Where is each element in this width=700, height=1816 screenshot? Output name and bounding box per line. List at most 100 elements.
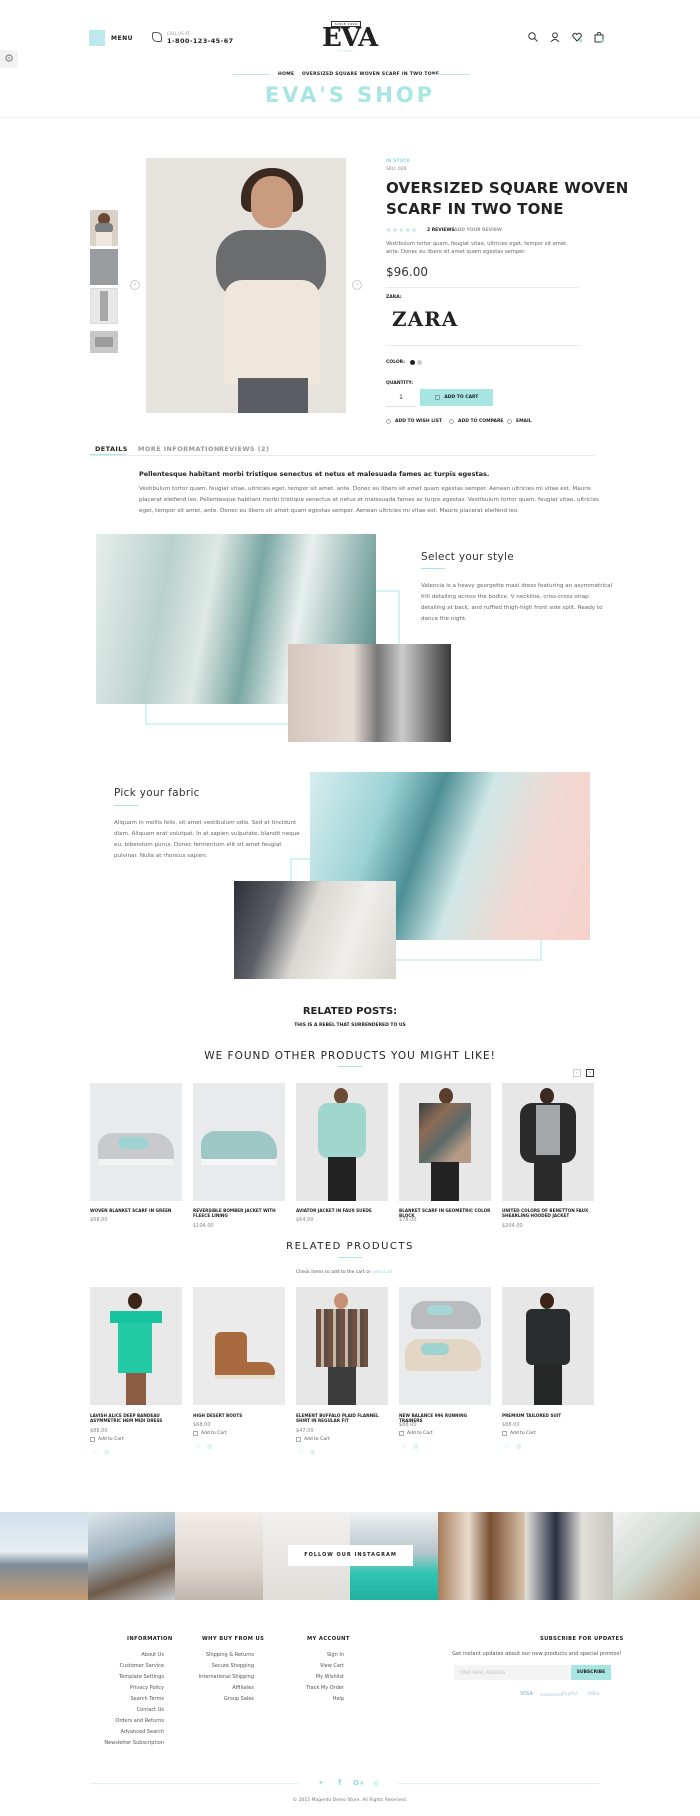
phone-number[interactable]: 1-800-123-45-67 [167,37,234,45]
tab-more-information[interactable]: MORE INFORMATION [138,445,220,453]
product-name[interactable]: REVERSIBLE BOMBER JACKET WITH FLEECE LIN… [193,1208,285,1218]
product-card-image[interactable] [399,1083,491,1201]
footer-link[interactable]: Orders and Returns [100,1718,164,1724]
cart-bag-icon[interactable] [594,32,604,43]
thumbnail-4[interactable] [90,331,118,353]
product-name[interactable]: ELEMENT BUFFALO PLAID FLANNEL SHIRT IN R… [296,1413,388,1423]
settings-gear-icon[interactable]: ⚙ [0,50,18,68]
product-card-image[interactable] [399,1287,491,1405]
product-name[interactable]: PREMIUM TAILORED SUIT [502,1413,594,1418]
instagram-photo[interactable] [437,1512,525,1600]
add-to-wishlist-link[interactable]: ADD TO WISH LIST [395,419,442,424]
add-to-cart-checkbox[interactable] [90,1437,95,1442]
footer-link[interactable]: Search Terms [100,1696,165,1702]
add-review-link[interactable]: ADD YOUR REVIEW [454,228,502,233]
product-name[interactable]: WOVEN BLANKET SCARF IN GREEN [90,1208,182,1213]
footer-link[interactable]: Shipping & Returns [190,1652,254,1658]
product-card-image[interactable] [296,1083,388,1201]
wishlist-heart-icon[interactable]: ♡ [504,1443,509,1450]
tab-details[interactable]: DETAILS [95,445,128,453]
compare-icon[interactable]: ◎ [413,1443,418,1450]
wishlist-heart-icon[interactable]: ♡ [92,1449,97,1456]
style-text-line-4: dance the night. [421,616,467,622]
compare-icon[interactable]: ◎ [310,1449,315,1456]
brand-logo[interactable]: ZARA [392,307,458,331]
tab-reviews[interactable]: REVIEWS (2) [219,445,269,453]
add-to-compare-link[interactable]: ADD TO COMPARE [458,419,504,424]
product-card-image[interactable] [90,1083,182,1201]
subscribe-button[interactable]: SUBSCRIBE [571,1665,611,1680]
add-to-cart-checkbox[interactable] [296,1437,301,1442]
add-to-cart-checkbox[interactable] [399,1431,404,1436]
prev-image-arrow-icon[interactable]: ‹ [130,280,140,290]
wishlist-heart-icon[interactable] [572,32,582,43]
product-card-image[interactable] [502,1083,594,1201]
footer-link[interactable]: Affiliates [190,1685,254,1691]
compare-icon[interactable]: ◎ [104,1449,109,1456]
carousel-next-icon[interactable]: › [586,1069,594,1077]
site-logo[interactable]: SINCE 1990 EVA STORE [322,20,378,56]
instagram-photo[interactable] [175,1512,263,1600]
footer-link[interactable]: View Cart [280,1663,344,1669]
search-icon[interactable] [528,32,538,43]
footer-link[interactable]: Sign In [280,1652,344,1658]
wishlist-heart-icon[interactable]: ♡ [195,1443,200,1450]
google-plus-icon[interactable]: G+ [353,1779,365,1787]
title-underline [338,1066,362,1067]
instagram-photo[interactable] [612,1512,700,1600]
related-posts-subtitle[interactable]: THIS IS A REBEL THAT SURRENDERED TO US [0,1023,700,1028]
thumbnail-2[interactable] [90,249,118,285]
add-to-cart-button[interactable]: ▢ ADD TO CART [420,389,493,406]
footer-link[interactable]: Customer Service [100,1663,164,1669]
thumbnail-1[interactable] [90,210,118,246]
color-swatch-grey[interactable] [417,360,422,365]
instagram-icon[interactable]: ◎ [373,1779,379,1787]
next-image-arrow-icon[interactable]: › [352,280,362,290]
footer-link[interactable]: Advanced Search [100,1729,164,1735]
quantity-input[interactable]: 1 [386,389,416,407]
product-name[interactable]: LAVISH ALICE DEEP BANDEAU ASYMMETRIC HEM… [90,1413,182,1423]
footer-link[interactable]: Newsletter Subscription [100,1740,164,1746]
footer-link[interactable]: Template Settings [100,1674,164,1680]
footer-link[interactable]: International Shipping [190,1674,254,1680]
product-card-image[interactable] [193,1083,285,1201]
thumbnail-3[interactable] [90,288,118,324]
compare-icon[interactable]: ◎ [207,1443,212,1450]
footer-link[interactable]: My Wishlist [280,1674,344,1680]
twitter-icon[interactable]: ✦ [318,1779,324,1787]
wishlist-heart-icon[interactable]: ♡ [401,1443,406,1450]
email-link[interactable]: EMAIL [516,419,532,424]
instagram-photo[interactable] [87,1512,175,1600]
facebook-icon[interactable]: f [338,1778,341,1787]
select-all-link[interactable]: select all [372,1270,392,1275]
product-card-image[interactable] [90,1287,182,1405]
instagram-photo[interactable] [525,1512,613,1600]
product-card-image[interactable] [193,1287,285,1405]
fabric-text-line-4: pulvinar. Nulla at rhoncus sapien. [114,853,208,859]
footer-link[interactable]: About Us [100,1652,164,1658]
breadcrumb-home[interactable]: HOME [278,72,294,77]
footer-link[interactable]: Group Sales [190,1696,254,1702]
compare-icon[interactable]: ◎ [516,1443,521,1450]
wishlist-heart-icon[interactable]: ♡ [298,1449,303,1456]
instagram-photo[interactable] [0,1512,88,1600]
product-name[interactable]: UNITED COLORS OF BENETTON FAUX SHEARLING… [502,1208,594,1218]
color-swatch-black[interactable] [410,360,415,365]
product-card-image[interactable] [296,1287,388,1405]
footer-link[interactable]: Track My Order [280,1685,344,1691]
footer-link[interactable]: Help [280,1696,344,1702]
add-to-cart-checkbox[interactable] [502,1431,507,1436]
menu-button[interactable]: MENU [89,30,133,46]
product-name[interactable]: HIGH DESERT BOOTS [193,1413,285,1418]
product-name[interactable]: AVIATOR JACKET IN FAUX SUEDE [296,1208,388,1213]
user-account-icon[interactable] [550,32,560,43]
footer-link[interactable]: Contact Us [100,1707,164,1713]
add-to-cart-checkbox[interactable] [193,1431,198,1436]
follow-instagram-button[interactable]: FOLLOW OUR INSTAGRAM [288,1545,413,1566]
footer-link[interactable]: Secure Shopping [190,1663,254,1669]
subscribe-email-input[interactable]: YOUR EMAIL ADDRESS [454,1665,571,1680]
carousel-prev-icon[interactable]: ‹ [573,1069,581,1077]
product-card-image[interactable] [502,1287,594,1405]
footer-link[interactable]: Privacy Policy [100,1685,164,1691]
reviews-link[interactable]: 2 REVIEWS [427,228,455,233]
